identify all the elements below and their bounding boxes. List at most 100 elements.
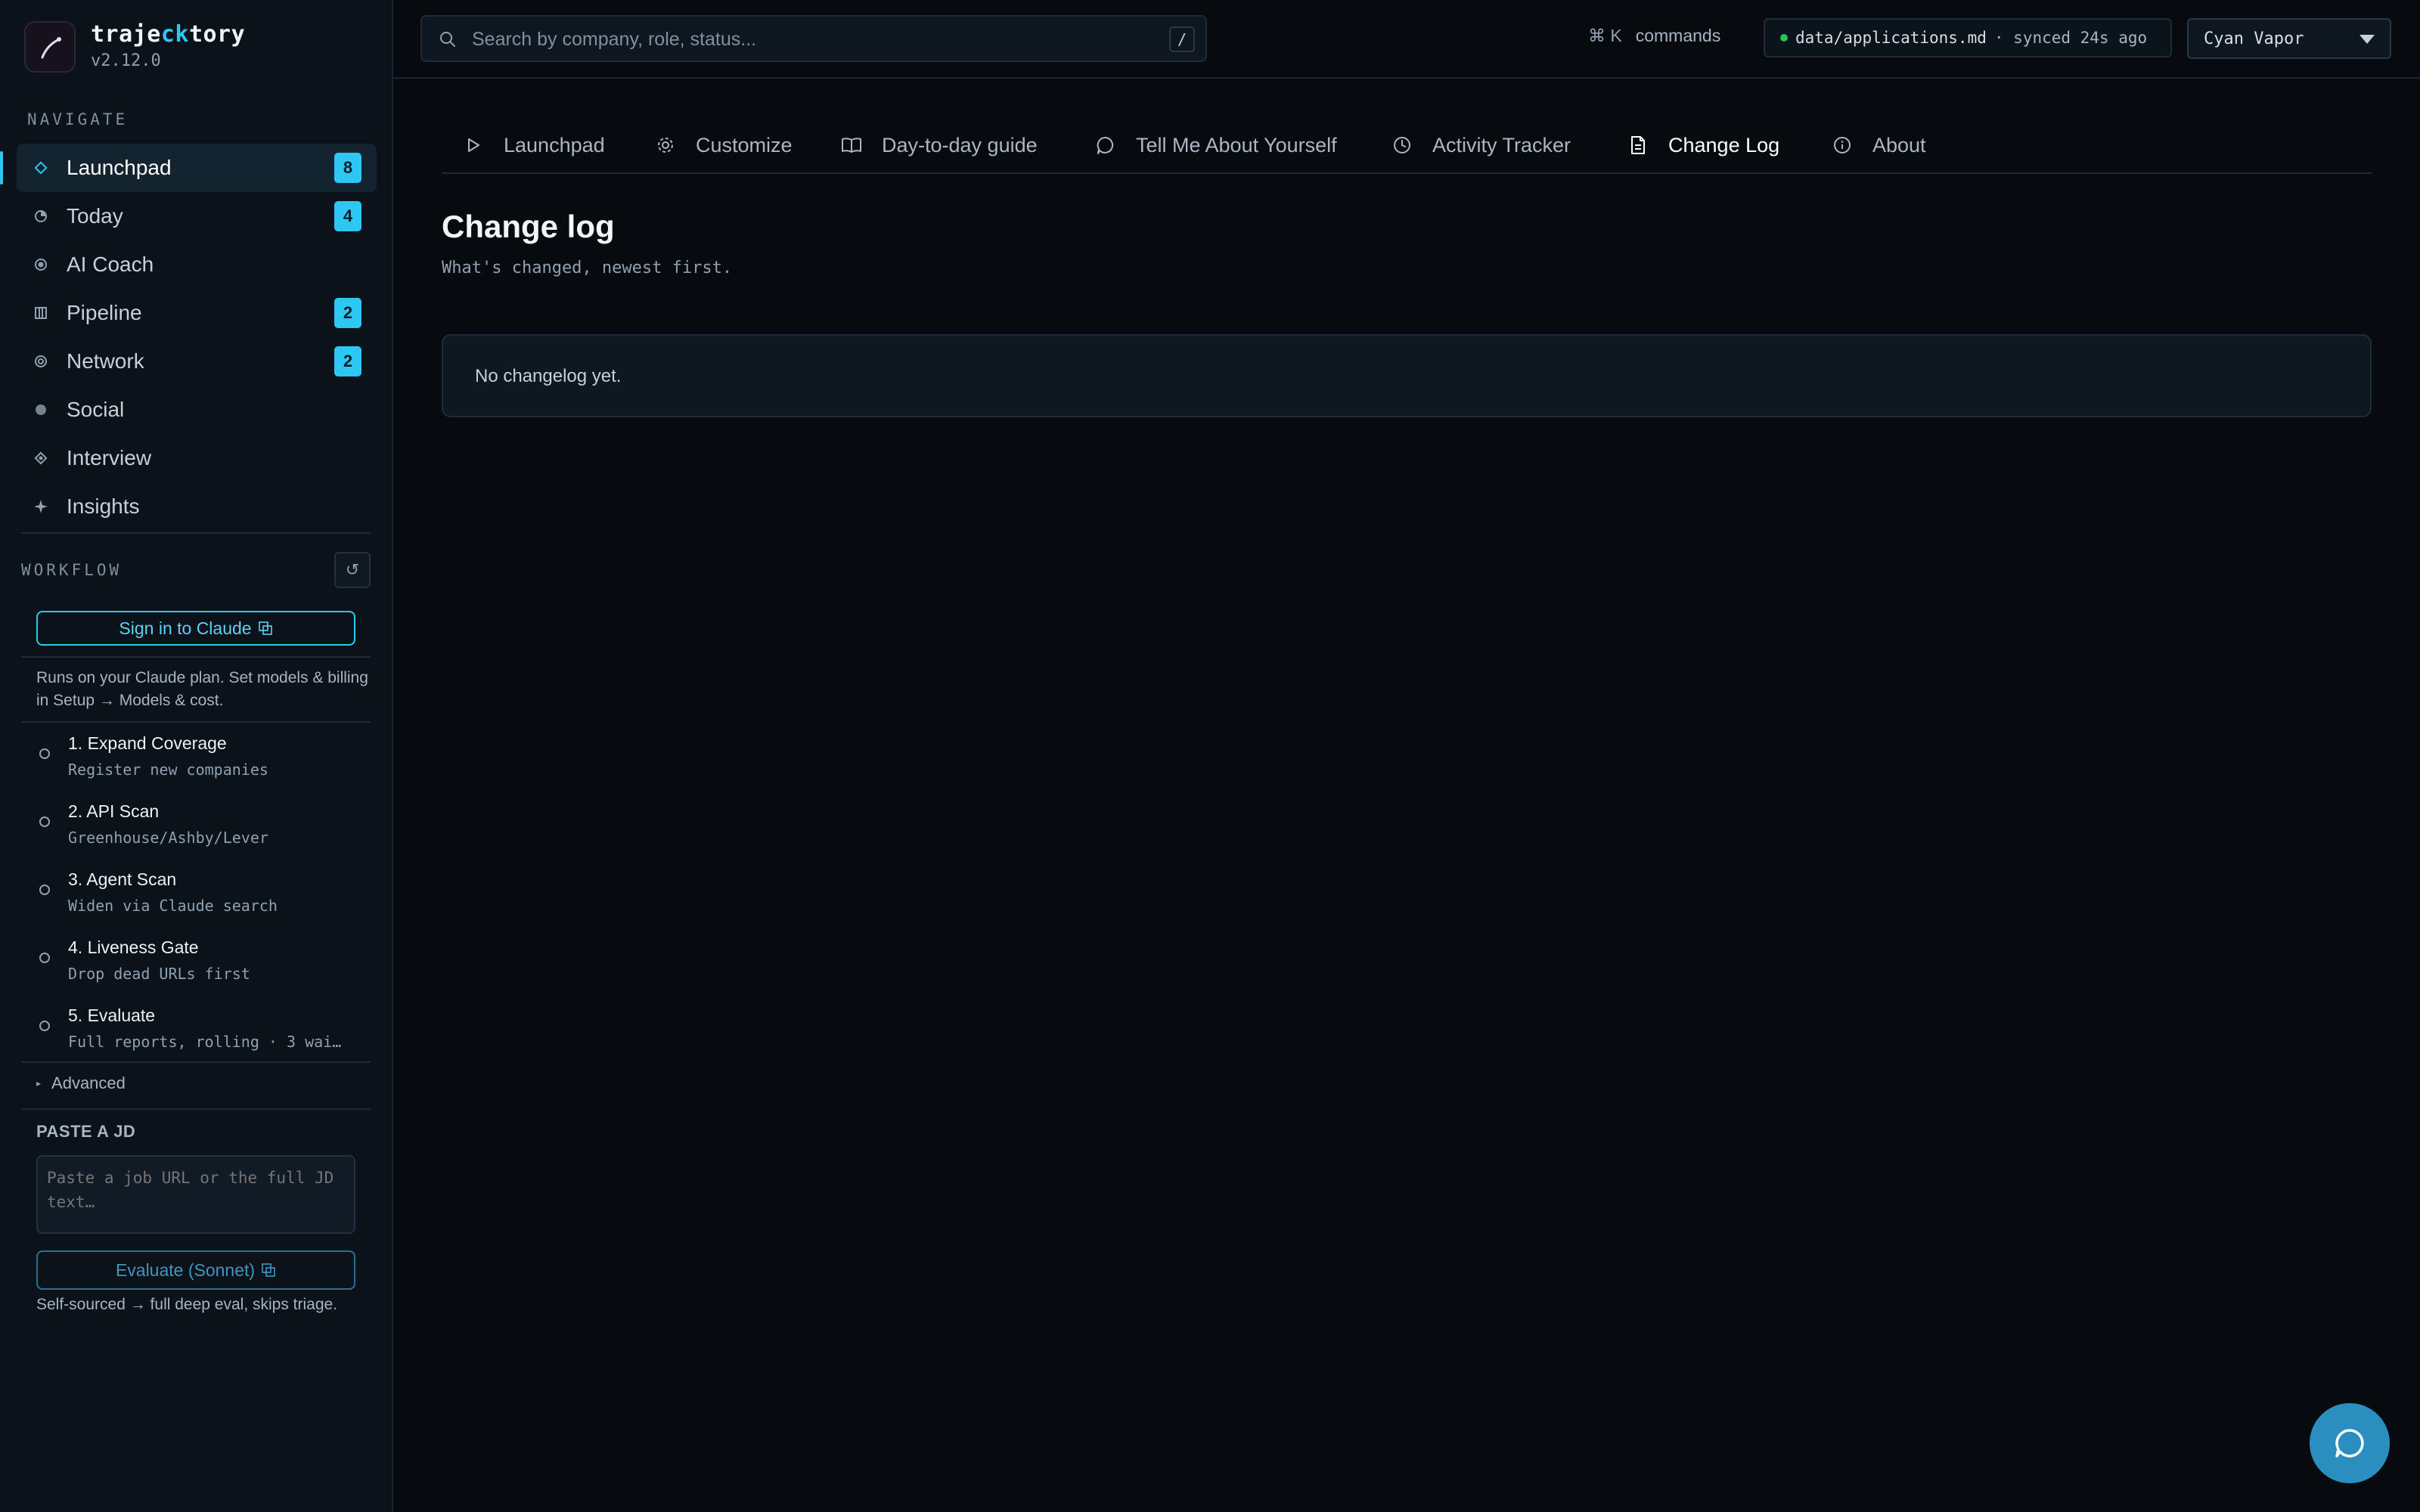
sidebar-item-interview[interactable]: Interview [17,434,377,482]
step-subtitle: Register new companies [68,761,268,779]
play-icon [463,135,484,156]
sidebar-nav: Launchpad 8 Today 4 AI Coach Pipeline 2 [0,144,377,531]
step-status-icon [39,1021,50,1031]
workflow-step[interactable]: 4. Liveness Gate Drop dead URLs first [21,930,371,998]
tab-day-to-day-guide[interactable]: Day-to-day guide [841,130,1038,160]
app-logo-icon [24,21,76,73]
target-icon [32,256,50,274]
step-status-icon [39,748,50,759]
workflow-section-label: WORKFLOW [21,561,123,579]
tab-label: About [1872,133,1926,156]
step-title: 3. Agent Scan [68,869,177,889]
step-subtitle: Full reports, rolling · 3 wai… [68,1033,342,1051]
document-icon [1627,135,1649,156]
app-name: trajecktory [91,21,246,48]
dot-icon [32,401,50,419]
sign-in-label: Sign in to Claude [119,618,252,638]
count-badge: 2 [334,346,361,376]
changelog-empty-state: No changelog yet. [442,334,2372,417]
columns-icon [32,304,50,322]
divider [21,721,371,723]
refresh-button[interactable]: ↺ [334,552,371,588]
page-title: Change log [442,209,615,244]
workflow-steps: 1. Expand Coverage Register new companie… [21,726,371,1066]
search-placeholder: Search by company, role, status... [472,29,757,50]
tab-label: Day-to-day guide [882,133,1038,156]
theme-value: Cyan Vapor [2204,29,2304,48]
search-shortcut-key: / [1169,26,1195,52]
sidebar-item-network[interactable]: Network 2 [17,337,377,386]
advanced-label: Advanced [51,1074,126,1092]
tab-tell-me-about-yourself[interactable]: Tell Me About Yourself [1095,130,1337,160]
sync-time: · synced 24s ago [1993,29,2148,47]
step-title: 1. Expand Coverage [68,733,227,753]
tab-launchpad[interactable]: Launchpad [463,130,605,160]
step-subtitle: Greenhouse/Ashby/Lever [68,829,268,847]
sidebar-item-label: Interview [67,446,152,469]
sidebar-item-social[interactable]: Social [17,386,377,434]
sync-file: data/applications.md [1795,29,1987,47]
sidebar-item-label: Today [67,204,123,228]
count-badge: 2 [334,298,361,328]
advanced-toggle[interactable]: ▸ Advanced [36,1074,126,1093]
jd-input[interactable] [36,1155,355,1234]
sidebar-item-label: Social [67,398,125,421]
refresh-icon: ↺ [345,560,360,579]
workflow-step[interactable]: 2. API Scan Greenhouse/Ashby/Lever [21,794,371,862]
empty-state-text: No changelog yet. [475,366,622,386]
ring-icon [32,352,50,370]
tab-bar: Launchpad Customize Day-to-day guide Tel… [442,121,2372,174]
sidebar-item-launchpad[interactable]: Launchpad 8 [0,144,377,192]
tab-label: Tell Me About Yourself [1136,133,1337,156]
evaluate-label: Evaluate (Sonnet) [115,1259,256,1280]
chat-icon [2335,1429,2364,1458]
sidebar-item-today[interactable]: Today 4 [17,192,377,240]
sidebar-item-insights[interactable]: Insights [17,482,377,531]
diamond-dot-icon [32,449,50,467]
search-input[interactable]: Search by company, role, status... / [420,15,1207,62]
copy-icon [262,1263,275,1277]
chat-icon [1095,135,1116,156]
tab-customize[interactable]: Customize [655,130,793,160]
gear-icon [655,135,676,156]
nav-section-label: NAVIGATE [27,110,129,129]
sidebar-item-label: Pipeline [67,301,142,324]
diamond-icon [32,159,50,177]
sidebar-item-pipeline[interactable]: Pipeline 2 [17,289,377,337]
step-subtitle: Drop dead URLs first [68,965,250,983]
tab-about[interactable]: About [1832,130,1926,160]
workflow-step[interactable]: 3. Agent Scan Widen via Claude search [21,862,371,930]
step-title: 4. Liveness Gate [68,937,199,957]
clock-icon [1392,135,1413,156]
tab-change-log[interactable]: Change Log [1627,130,1779,160]
tab-label: Customize [696,133,793,156]
sidebar-item-label: Insights [67,494,140,518]
app-version: v2.12.0 [91,51,161,70]
theme-select[interactable]: Cyan Vapor [2187,18,2391,59]
count-badge: 8 [334,153,361,183]
step-status-icon [39,953,50,963]
workflow-step[interactable]: 1. Expand Coverage Register new companie… [21,726,371,794]
step-subtitle: Widen via Claude search [68,897,278,915]
evaluate-button[interactable]: Evaluate (Sonnet) [36,1250,355,1290]
brand: trajecktory v2.12.0 [24,21,372,74]
plan-note: Runs on your Claude plan. Set models & b… [36,669,368,709]
sparkle-icon [32,497,50,516]
sync-status: data/applications.md · synced 24s ago [1764,18,2172,57]
tab-activity-tracker[interactable]: Activity Tracker [1392,130,1571,160]
divider [21,1061,371,1063]
step-status-icon [39,816,50,827]
step-status-icon [39,885,50,895]
chat-button[interactable] [2310,1403,2390,1483]
sync-dot-icon [1780,34,1788,42]
sidebar-item-ai-coach[interactable]: AI Coach [17,240,377,289]
clock-icon [32,207,50,225]
sign-in-button[interactable]: Sign in to Claude [36,611,355,646]
divider [21,532,371,534]
top-bar: Search by company, role, status... / ⌘ K… [393,0,2420,79]
sidebar-item-label: Launchpad [67,156,172,179]
search-icon [440,32,455,47]
workflow-step[interactable]: 5. Evaluate Full reports, rolling · 3 wa… [21,998,371,1066]
count-badge: 4 [334,201,361,231]
command-palette-button[interactable]: ⌘ K commands [1588,26,1720,46]
